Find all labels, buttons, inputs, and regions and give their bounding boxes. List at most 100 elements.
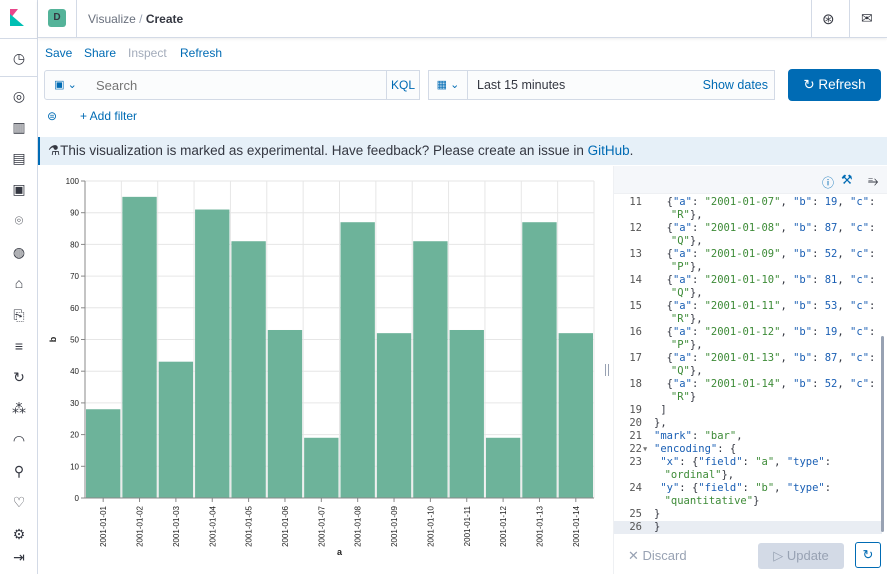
code-line: 14 {"a": "2001-01-10", "b": 81, "c": "Q"… [629,274,876,299]
y-tick-label: 40 [70,367,79,376]
code-line: 22▾ "encoding": { [629,443,737,455]
code-line: 11 {"a": "2001-01-07", "b": 19, "c": "R"… [629,196,876,221]
y-tick-label: 70 [70,272,79,281]
editor-panel: ⓘ ⚒ ⥱ 11 {"a": "2001-01-07", "b": 19, "c… [613,166,887,574]
bar [485,437,521,498]
visualize-icon[interactable]: ▥ [11,119,27,135]
newsfeed-mail-icon[interactable]: ✉ [861,10,873,27]
x-tick-label: 2001-01-04 [208,505,217,546]
refresh-icon: ↻ [803,77,815,92]
x-tick-label: 2001-01-08 [354,505,363,546]
kql-toggle[interactable]: KQL [386,70,420,100]
y-tick-label: 50 [70,336,79,345]
bar [122,196,157,498]
maps-icon[interactable]: ⌾ [11,212,27,228]
discover-compass-icon[interactable]: ◎ [11,88,27,104]
ml-icon[interactable]: ◍ [11,244,27,260]
y-tick-label: 60 [70,304,79,313]
code-line: 26} [614,521,882,534]
x-tick-label: 2001-01-12 [499,505,508,546]
siem-icon[interactable]: ◠ [11,432,27,448]
time-range: Last 15 minutes [477,78,566,92]
x-tick-label: 2001-01-14 [572,505,581,546]
wrench-icon[interactable]: ⚒ [841,172,853,188]
help-icon[interactable]: ⊛ [822,10,835,28]
show-dates-link[interactable]: Show dates [703,71,768,99]
inspect-link: Inspect [128,46,167,60]
monitoring-icon[interactable]: ♡ [11,494,27,510]
bar [267,329,303,498]
discard-button[interactable]: ✕ Discard [628,548,687,564]
save-link[interactable]: Save [45,46,72,60]
bar [376,333,412,498]
bar [449,329,484,498]
apm-icon[interactable]: ≡ [11,338,27,354]
x-tick-label: 2001-01-09 [390,505,399,546]
dashboard-icon[interactable]: ▤ [11,150,27,166]
y-tick-label: 90 [70,209,79,218]
experimental-callout: ⚗This visualization is marked as experim… [38,137,887,165]
infra-icon[interactable]: ⌂ [11,275,27,291]
code-line: 25} [629,508,661,520]
spec-code-editor[interactable]: 11 {"a": "2001-01-07", "b": 19, "c": "R"… [614,196,884,536]
uptime-icon[interactable]: ↻ [11,369,27,385]
update-button: ▷ Update [758,543,844,569]
code-line: 15 {"a": "2001-01-11", "b": 53, "c": "R"… [629,300,876,325]
code-line: 24 "y": {"field": "b", "type": "quantita… [629,482,832,507]
bar [158,361,194,498]
resize-handle[interactable] [605,364,609,376]
github-link[interactable]: GitHub [588,143,630,158]
y-tick-label: 30 [70,399,79,408]
bar [195,209,230,498]
refresh-button[interactable]: ↻ Refresh [788,69,881,101]
add-filter-button[interactable]: + Add filter [80,109,137,123]
saved-query-button[interactable]: ▣ ⌄ [44,70,87,100]
code-line: 18 {"a": "2001-01-14", "b": 52, "c": "R"… [629,378,876,403]
filter-icon[interactable]: ⊜ [47,109,57,123]
y-tick-label: 80 [70,240,79,249]
space-avatar[interactable]: D [48,9,66,27]
x-tick-label: 2001-01-01 [99,505,108,546]
code-line: 12 {"a": "2001-01-08", "b": 87, "c": "Q"… [629,222,876,247]
bar [522,222,557,498]
bar [558,333,593,498]
breadcrumb-visualize[interactable]: Visualize [88,12,136,26]
x-axis-title: a [337,547,343,557]
bar [304,437,339,498]
auto-apply-icon[interactable]: ↻ [855,542,881,568]
breadcrumb-create: Create [145,12,184,26]
help-circle-icon[interactable]: ⓘ [822,174,834,191]
bar [86,409,121,498]
refresh-link[interactable]: Refresh [180,46,222,60]
side-nav: ◷ ◎ ▥ ▤ ▣ ⌾ ◍ ⌂ ⎘ ≡ ↻ ⁂ ◠ ⚲ ♡ ⚙ ⇥ [0,0,38,574]
bar [340,222,375,498]
recent-clock-icon[interactable]: ◷ [11,50,27,66]
code-line: 16 {"a": "2001-01-12", "b": 19, "c": "P"… [629,326,876,351]
x-tick-label: 2001-01-03 [172,505,181,546]
time-picker[interactable]: Last 15 minutes Show dates [467,70,775,100]
x-tick-label: 2001-01-06 [281,505,290,546]
top-header: D Visualize / Create ⊛ ✉ [38,0,887,38]
code-line: 13 {"a": "2001-01-09", "b": 52, "c": "P"… [629,248,876,273]
collapse-panel-icon[interactable]: ⥱ [868,173,878,189]
x-tick-label: 2001-01-13 [535,505,544,546]
kibana-logo-mark [10,14,24,26]
code-line: 17 {"a": "2001-01-13", "b": 87, "c": "Q"… [629,352,876,377]
canvas-icon[interactable]: ▣ [11,181,27,197]
y-tick-label: 20 [70,431,79,440]
dev-tools-icon[interactable]: ⚲ [11,463,27,479]
management-gear-icon[interactable]: ⚙ [11,526,27,542]
x-tick-label: 2001-01-05 [245,505,254,546]
date-quick-menu[interactable]: ▦ ⌄ [428,70,468,100]
y-axis-title: b [48,336,58,342]
graph-icon[interactable]: ⁂ [11,400,27,416]
code-line: 23 "x": {"field": "a", "type": "ordinal"… [629,456,832,481]
logs-icon[interactable]: ⎘ [11,307,27,323]
editor-scrollbar[interactable] [881,336,884,532]
search-input[interactable] [86,70,388,100]
x-tick-label: 2001-01-07 [317,505,326,546]
collapse-menu-icon[interactable]: ⇥ [11,549,27,565]
x-tick-label: 2001-01-02 [136,505,145,546]
code-line: 20}, [629,417,667,429]
share-link[interactable]: Share [84,46,116,60]
